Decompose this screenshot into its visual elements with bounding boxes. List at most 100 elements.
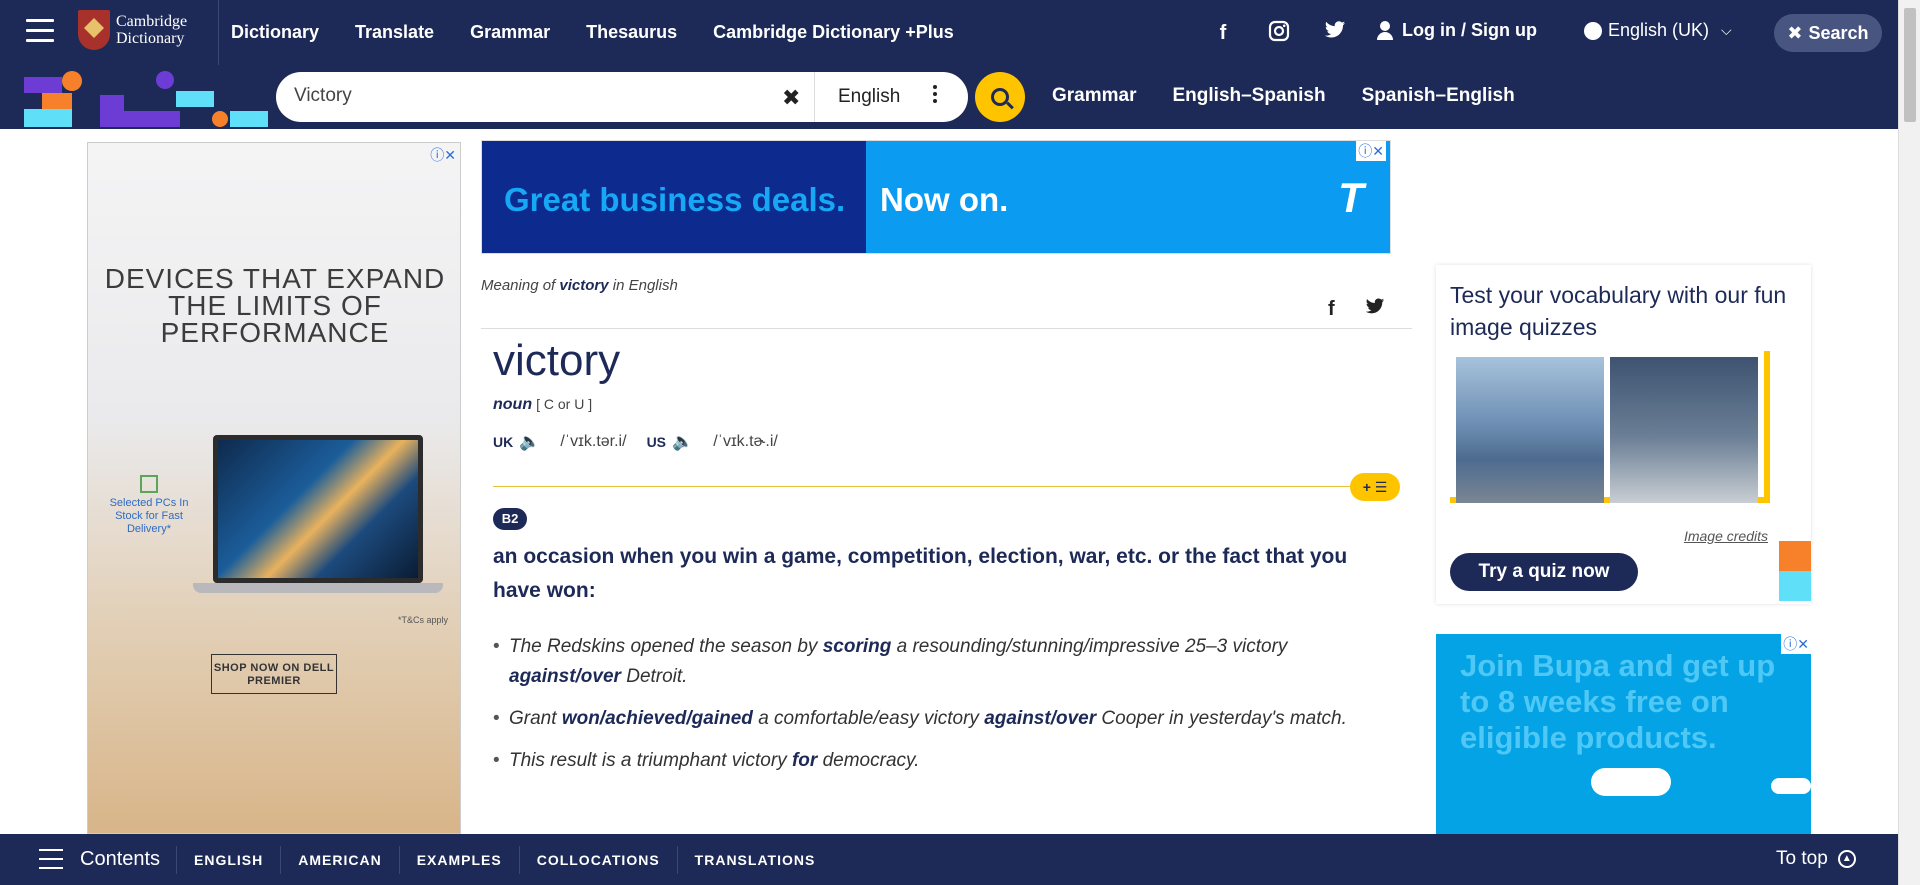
banner-advertisement[interactable]: Great business deals. Now on. T ⓘ✕ bbox=[481, 140, 1391, 254]
search-language-select[interactable]: English bbox=[838, 86, 900, 108]
cloud-graphic bbox=[1771, 778, 1811, 794]
ad-choices-icon[interactable]: ⓘ✕ bbox=[430, 145, 456, 165]
quick-link-grammar[interactable]: Grammar bbox=[1052, 85, 1137, 107]
ad-terms: *T&Cs apply bbox=[397, 615, 448, 625]
contents-label[interactable]: Contents bbox=[80, 848, 160, 871]
meaning-caption: Meaning of victory in English bbox=[481, 277, 678, 294]
search-bar-row: ✖ English Grammar English–Spanish Spanis… bbox=[0, 65, 1898, 129]
section-link-translations[interactable]: TRANSLATIONS bbox=[676, 845, 833, 874]
uk-ipa: /ˈvɪk.tər.i/ bbox=[560, 433, 627, 450]
quiz-images[interactable] bbox=[1450, 351, 1770, 503]
entry-divider bbox=[481, 328, 1412, 329]
chevron-down-icon: ⌵ bbox=[1721, 22, 1732, 38]
banner-left-panel: Great business deals. bbox=[482, 141, 866, 253]
arrow-up-icon: ▲ bbox=[1837, 850, 1856, 868]
example-list: The Redskins opened the season by scorin… bbox=[493, 632, 1393, 788]
crest-icon bbox=[78, 10, 110, 50]
search-button[interactable] bbox=[975, 72, 1025, 122]
decorative-block bbox=[1779, 571, 1811, 601]
twitter-share-icon[interactable] bbox=[1365, 298, 1385, 321]
speaker-icon[interactable]: 🔈 bbox=[519, 432, 540, 452]
search-input[interactable] bbox=[294, 85, 754, 107]
banner-right-panel: Now on. T bbox=[866, 141, 1390, 253]
us-label: US bbox=[646, 434, 667, 450]
telstra-logo: T bbox=[1338, 174, 1364, 221]
nav-translate[interactable]: Translate bbox=[355, 22, 434, 43]
section-link-american[interactable]: AMERICAN bbox=[280, 845, 398, 874]
page-scrollbar[interactable] bbox=[1898, 0, 1920, 885]
user-icon bbox=[1376, 20, 1394, 41]
nav-divider bbox=[218, 0, 219, 65]
ad-text: Join Bupa and get up to 8 weeks free on … bbox=[1460, 648, 1776, 755]
skyscrapers-image bbox=[1456, 357, 1604, 503]
section-links: ENGLISH AMERICAN EXAMPLES COLLOCATIONS T… bbox=[176, 834, 832, 885]
language-label: English (UK) bbox=[1608, 20, 1710, 40]
quiz-title: Test your vocabulary with our fun image … bbox=[1450, 282, 1787, 340]
facebook-share-icon[interactable]: f bbox=[1328, 298, 1335, 321]
login-link[interactable]: Log in / Sign up bbox=[1376, 20, 1537, 41]
nav-thesaurus[interactable]: Thesaurus bbox=[586, 22, 677, 43]
decorative-block bbox=[1779, 541, 1811, 571]
ad-stock-note: Selected PCs In Stock for Fast Delivery* bbox=[104, 475, 194, 536]
example-sentence: Grant won/achieved/gained a comfortable/… bbox=[493, 704, 1393, 734]
section-link-collocations[interactable]: COLLOCATIONS bbox=[518, 845, 677, 874]
quick-link-english-spanish[interactable]: English–Spanish bbox=[1173, 85, 1326, 107]
social-links: f bbox=[1210, 20, 1348, 46]
nav-dictionary-plus[interactable]: Cambridge Dictionary +Plus bbox=[713, 22, 954, 43]
bottom-contents-bar: Contents ENGLISH AMERICAN EXAMPLES COLLO… bbox=[0, 834, 1898, 885]
ad-choices-icon[interactable]: ⓘ✕ bbox=[1781, 634, 1811, 654]
add-to-word-list-button[interactable]: + ☰ bbox=[1350, 473, 1400, 501]
sense-divider bbox=[493, 486, 1353, 487]
logo-text: Cambridge Dictionary bbox=[116, 13, 188, 47]
clear-search-icon[interactable]: ✖ bbox=[782, 85, 800, 111]
twitter-icon[interactable] bbox=[1322, 20, 1348, 46]
nav-grammar[interactable]: Grammar bbox=[470, 22, 550, 43]
left-advertisement[interactable]: ⓘ✕ DEVICES THAT EXPAND THE LIMITS OF PER… bbox=[87, 142, 461, 834]
example-sentence: This result is a triumphant victory for … bbox=[493, 746, 1393, 776]
quick-links: Grammar English–Spanish Spanish–English bbox=[1052, 85, 1515, 107]
check-icon bbox=[140, 475, 158, 493]
grammar-code: [ C or U ] bbox=[536, 396, 593, 412]
menu-icon[interactable] bbox=[26, 19, 58, 45]
contents-menu-icon[interactable] bbox=[39, 849, 63, 876]
ad-shop-button[interactable]: SHOP NOW ON DELL PREMIER bbox=[211, 654, 337, 694]
example-sentence: The Redskins opened the season by scorin… bbox=[493, 632, 1393, 692]
part-of-speech: noun[ C or U ] bbox=[493, 396, 593, 413]
search-icon bbox=[991, 88, 1009, 106]
to-top-label: To top bbox=[1776, 848, 1828, 869]
section-link-english[interactable]: ENGLISH bbox=[176, 845, 280, 874]
us-ipa: /ˈvɪk.tɚ.i/ bbox=[713, 433, 778, 450]
instagram-icon[interactable] bbox=[1266, 20, 1292, 46]
ad-choices-icon[interactable]: ⓘ✕ bbox=[1356, 141, 1386, 161]
try-quiz-button[interactable]: Try a quiz now bbox=[1450, 553, 1638, 591]
banner-text-1: Great business deals. bbox=[504, 181, 846, 218]
top-navigation-bar: Cambridge Dictionary Dictionary Translat… bbox=[0, 0, 1898, 65]
laptop-image bbox=[193, 435, 443, 595]
right-advertisement[interactable]: Join Bupa and get up to 8 weeks free on … bbox=[1436, 634, 1811, 834]
nav-dictionary[interactable]: Dictionary bbox=[231, 22, 319, 43]
quick-link-spanish-english[interactable]: Spanish–English bbox=[1362, 85, 1515, 107]
more-options-icon[interactable] bbox=[930, 82, 940, 106]
facebook-icon[interactable]: f bbox=[1210, 20, 1236, 46]
level-badge: B2 bbox=[493, 508, 527, 530]
cambridge-logo[interactable]: Cambridge Dictionary bbox=[78, 10, 187, 50]
windmill-image bbox=[1610, 357, 1758, 503]
language-selector[interactable]: English (UK) ⌵ bbox=[1584, 20, 1732, 41]
search-toggle-button[interactable]: ✖ Search bbox=[1774, 14, 1882, 52]
main-nav: Dictionary Translate Grammar Thesaurus C… bbox=[231, 0, 990, 65]
share-links: f bbox=[1328, 298, 1385, 321]
decorative-blocks bbox=[24, 71, 272, 127]
pronunciation: UK 🔈 /ˈvɪk.tər.i/ US 🔈 /ˈvɪk.tɚ.i/ bbox=[493, 432, 792, 452]
banner-text-2: Now on. bbox=[880, 181, 1009, 218]
cloud-graphic bbox=[1591, 768, 1671, 796]
speaker-icon[interactable]: 🔈 bbox=[672, 432, 693, 452]
headword: victory bbox=[493, 336, 621, 385]
definition: an occasion when you win a game, competi… bbox=[493, 545, 1348, 602]
image-credits-link[interactable]: Image credits bbox=[1684, 528, 1768, 544]
section-link-examples[interactable]: EXAMPLES bbox=[398, 845, 519, 874]
ad-headline: DEVICES THAT EXPAND THE LIMITS OF PERFOR… bbox=[104, 263, 446, 348]
uk-label: UK bbox=[493, 434, 514, 450]
globe-icon bbox=[1584, 21, 1602, 40]
scrollbar-thumb[interactable] bbox=[1904, 8, 1916, 122]
to-top-button[interactable]: To top ▲ bbox=[1776, 848, 1856, 870]
